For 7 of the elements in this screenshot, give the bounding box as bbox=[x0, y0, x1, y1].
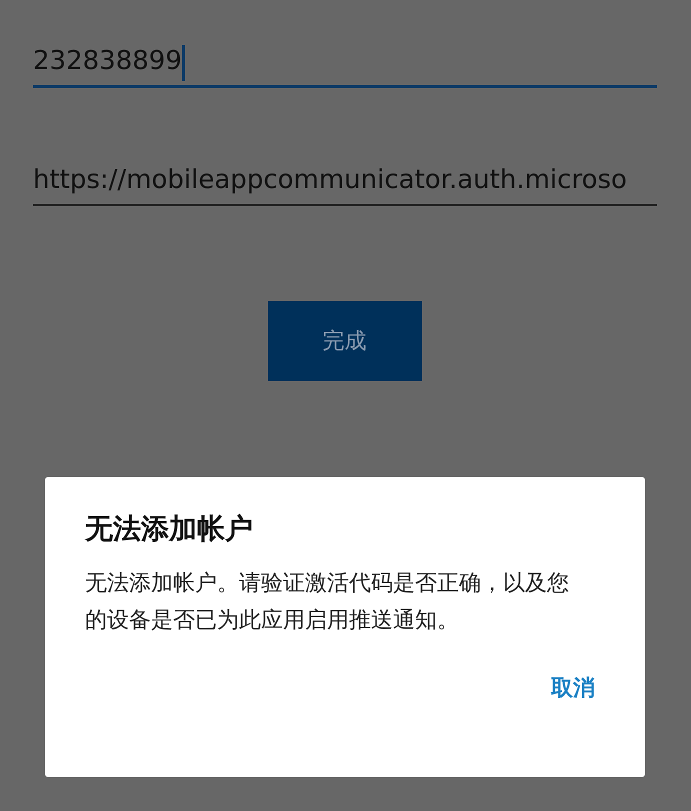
text-cursor bbox=[182, 45, 185, 81]
done-button[interactable]: 完成 bbox=[268, 301, 422, 381]
dialog-title: 无法添加帐户 bbox=[85, 511, 254, 547]
input-field[interactable]: https://mobileappcommunicator.auth.microso bbox=[33, 157, 657, 206]
dialog-message: 无法添加帐户。请验证激活代码是否正确，以及您的设备是否已为此应用启用推送通知。 bbox=[85, 570, 570, 635]
cancel-button[interactable]: 取消 bbox=[543, 669, 603, 707]
input-field[interactable]: 232838899 bbox=[33, 38, 657, 88]
